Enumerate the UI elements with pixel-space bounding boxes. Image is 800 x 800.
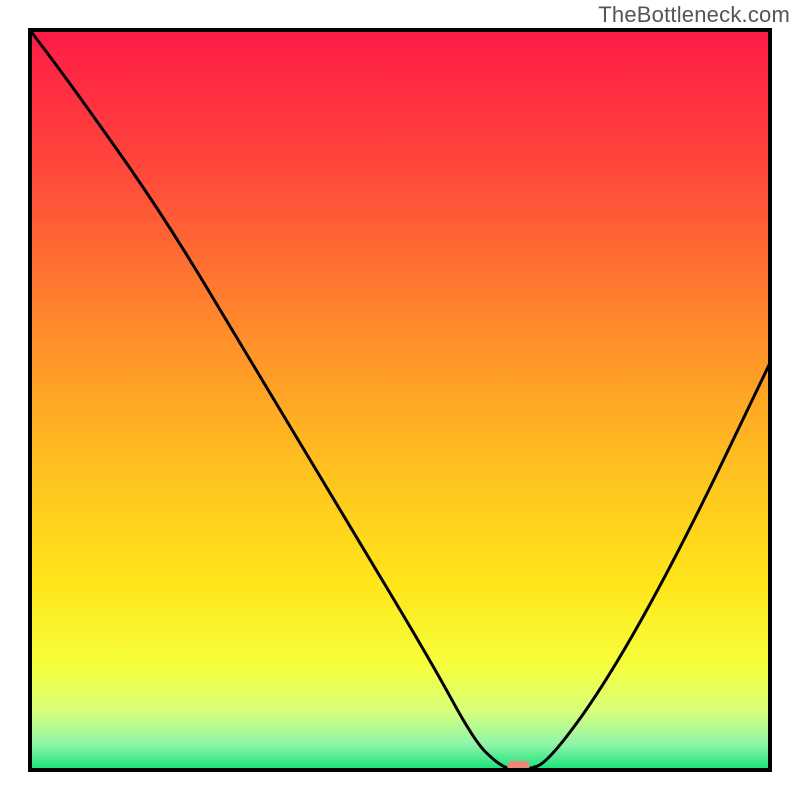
watermark-text: TheBottleneck.com — [598, 2, 790, 28]
plot-background — [30, 30, 770, 770]
bottleneck-chart: TheBottleneck.com — [0, 0, 800, 800]
chart-svg — [0, 0, 800, 800]
